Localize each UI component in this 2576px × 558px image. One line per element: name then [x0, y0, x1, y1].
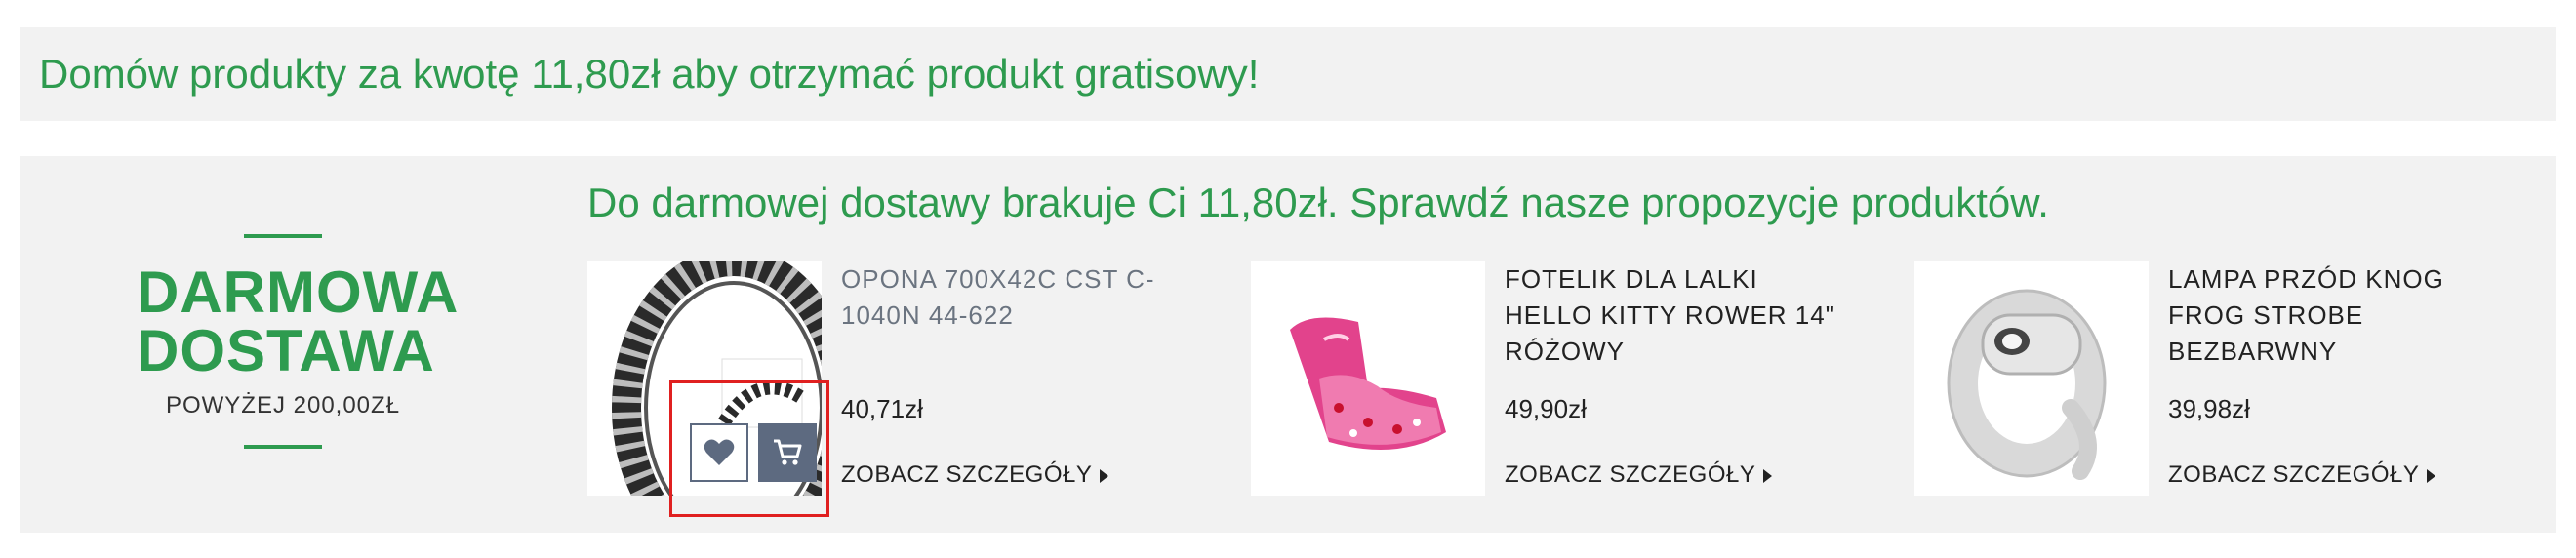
product-price: 40,71zł: [841, 394, 923, 423]
add-to-wishlist-button[interactable]: [690, 423, 748, 482]
details-label: ZOBACZ SZCZEGÓŁY: [1505, 461, 1756, 488]
product-name[interactable]: LAMPA PRZÓD KNOG FROG STROBE BEZBARWNY: [2168, 261, 2500, 370]
cart-icon: [774, 439, 802, 465]
details-label: ZOBACZ SZCZEGÓŁY: [841, 461, 1093, 488]
gift-threshold-text: Domów produkty za kwotę 11,80zł aby otrz…: [39, 51, 1260, 97]
product-image-lamp[interactable]: [1914, 261, 2149, 496]
product-price: 49,90zł: [1505, 394, 1587, 423]
promo-title-line2: DOSTAWA: [137, 318, 435, 383]
free-delivery-promo: DARMOWA DOSTAWA POWYŻEJ 200,00ZŁ: [137, 234, 460, 449]
recommendations-headline: Do darmowej dostawy brakuje Ci 11,80zł. …: [587, 179, 2049, 225]
promo-divider-top: [244, 234, 322, 238]
free-delivery-panel: DARMOWA DOSTAWA POWYŻEJ 200,00ZŁ Do darm…: [20, 156, 2556, 533]
promo-divider-bottom: [244, 445, 322, 449]
promo-title-line1: DARMOWA: [137, 259, 460, 325]
product-details-link[interactable]: ZOBACZ SZCZEGÓŁY: [1505, 461, 1773, 489]
caret-right-icon: [2427, 468, 2436, 483]
product-quick-actions: [669, 380, 829, 517]
promo-threshold: POWYŻEJ 200,00ZŁ: [165, 392, 401, 418]
pink-doll-seat-image: [1290, 317, 1446, 450]
product-details-link[interactable]: ZOBACZ SZCZEGÓŁY: [2168, 461, 2436, 489]
product-name[interactable]: OPONA 700X42C CST C-1040N 44-622: [841, 261, 1173, 334]
product-name[interactable]: FOTELIK DLA LALKI HELLO KITTY ROWER 14" …: [1505, 261, 1836, 370]
caret-right-icon: [1100, 468, 1109, 483]
product-price: 39,98zł: [2168, 394, 2250, 423]
add-to-cart-button[interactable]: [758, 423, 817, 482]
heart-icon: [704, 439, 735, 465]
gift-threshold-banner: Domów produkty za kwotę 11,80zł aby otrz…: [20, 27, 2556, 121]
details-label: ZOBACZ SZCZEGÓŁY: [2168, 461, 2420, 488]
product-image-doll-seat[interactable]: [1251, 261, 1485, 496]
product-details-link[interactable]: ZOBACZ SZCZEGÓŁY: [841, 461, 1109, 489]
white-bike-lamp-image: [1947, 289, 2107, 480]
caret-right-icon: [1763, 468, 1773, 483]
